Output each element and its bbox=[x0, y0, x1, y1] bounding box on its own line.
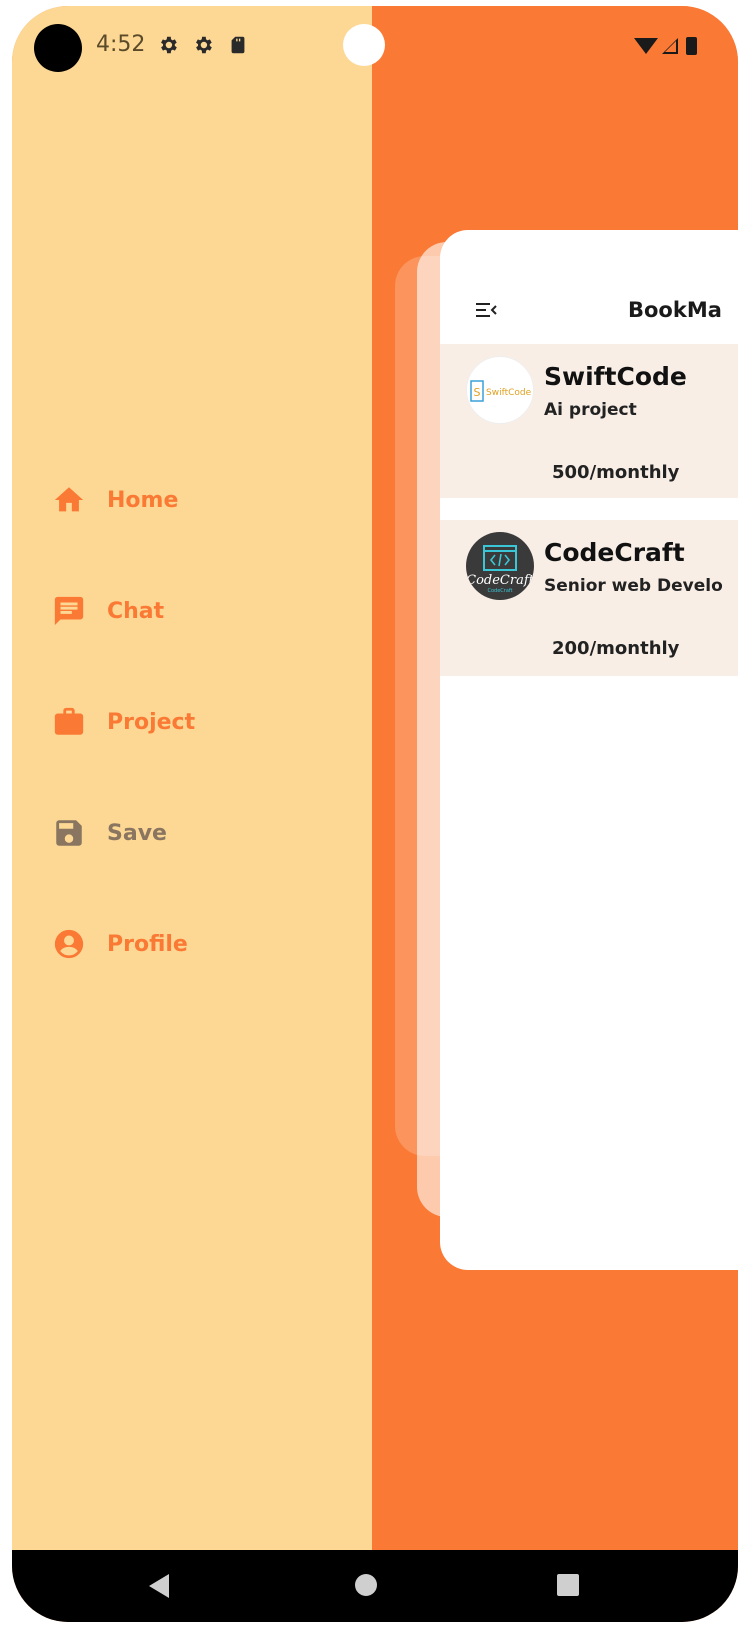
home-icon bbox=[52, 483, 86, 517]
home-circle-icon[interactable] bbox=[353, 1572, 379, 1598]
job-subtitle: Senior web Develo bbox=[544, 576, 723, 596]
wifi-icon bbox=[634, 38, 658, 54]
job-price: 500/monthly bbox=[552, 462, 680, 483]
recents-icon[interactable] bbox=[555, 1572, 581, 1598]
job-title: SwiftCode bbox=[544, 362, 687, 391]
drawer-background bbox=[12, 6, 372, 1550]
status-time: 4:52 bbox=[96, 32, 146, 57]
battery-icon bbox=[686, 37, 697, 55]
app-bar: BookMa bbox=[440, 290, 738, 330]
settings-icon bbox=[196, 36, 212, 54]
settings-icon bbox=[161, 36, 177, 54]
menu-item-save[interactable]: Save bbox=[52, 809, 312, 857]
system-status-icons bbox=[634, 37, 697, 55]
sd-card-icon bbox=[231, 36, 245, 54]
menu-label-project: Project bbox=[107, 709, 196, 735]
phone-screen: 4:52 Home Chat Project Save Profile Book… bbox=[12, 6, 738, 1622]
overlay-dot bbox=[343, 24, 385, 66]
logo-text: CodeCraft bbox=[466, 573, 534, 588]
job-subtitle: Ai project bbox=[544, 400, 637, 420]
app-screen-card[interactable]: BookMa S SwiftCode SwiftCode Ai project … bbox=[440, 230, 738, 1270]
menu-label-profile: Profile bbox=[107, 931, 188, 957]
signal-icon bbox=[662, 38, 678, 54]
job-price: 200/monthly bbox=[552, 638, 680, 659]
codecraft-logo: CodeCraft CodeCraft bbox=[466, 532, 534, 600]
camera-cutout bbox=[34, 24, 82, 72]
menu-item-home[interactable]: Home bbox=[52, 476, 312, 524]
menu-label-home: Home bbox=[107, 487, 179, 513]
menu-item-project[interactable]: Project bbox=[52, 698, 312, 746]
chat-icon bbox=[52, 594, 86, 628]
account-circle-icon bbox=[52, 927, 86, 961]
menu-label-save: Save bbox=[107, 820, 167, 846]
menu-label-chat: Chat bbox=[107, 598, 165, 624]
logo-letter: S bbox=[474, 386, 481, 399]
page-title: BookMa bbox=[628, 298, 722, 322]
briefcase-icon bbox=[52, 705, 86, 739]
job-title: CodeCraft bbox=[544, 538, 685, 567]
logo-caption: CodeCraft bbox=[487, 588, 512, 594]
menu-open-icon[interactable] bbox=[474, 298, 502, 322]
menu-item-profile[interactable]: Profile bbox=[52, 920, 312, 968]
swiftcode-logo: S SwiftCode bbox=[466, 356, 534, 424]
back-icon[interactable] bbox=[147, 1572, 171, 1600]
job-card[interactable]: S SwiftCode SwiftCode Ai project 500/mon… bbox=[440, 344, 738, 498]
logo-text: SwiftCode bbox=[486, 388, 532, 398]
job-card[interactable]: CodeCraft CodeCraft CodeCraft Senior web… bbox=[440, 520, 738, 676]
save-icon bbox=[52, 816, 86, 850]
menu-item-chat[interactable]: Chat bbox=[52, 587, 312, 635]
system-nav-bar bbox=[12, 1550, 738, 1622]
